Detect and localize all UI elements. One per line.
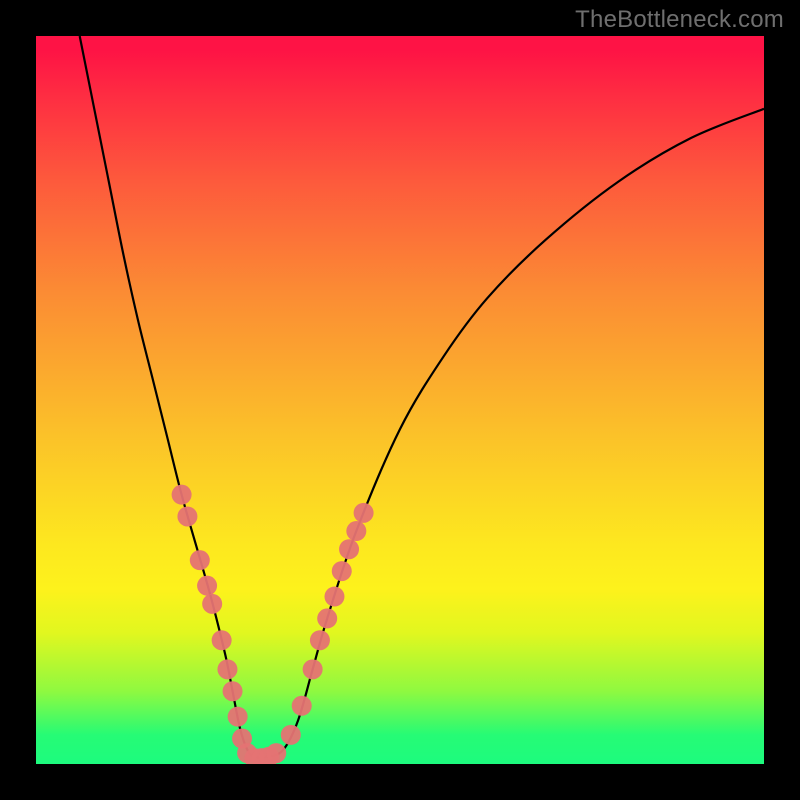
curve-marker	[212, 630, 232, 650]
attribution-text: TheBottleneck.com	[575, 6, 784, 34]
curve-marker	[202, 594, 222, 614]
curve-marker	[332, 561, 352, 581]
curve-marker	[223, 681, 243, 701]
curve-marker	[197, 576, 217, 596]
curve-marker	[324, 587, 344, 607]
curve-marker	[346, 521, 366, 541]
curve-marker	[292, 696, 312, 716]
curve-marker	[310, 630, 330, 650]
curve-marker	[177, 506, 197, 526]
curve-marker	[317, 608, 337, 628]
chart-canvas: TheBottleneck.com	[0, 0, 800, 800]
plot-area	[36, 36, 764, 764]
curve-marker	[339, 539, 359, 559]
marker-group	[172, 485, 374, 764]
bottleneck-curve	[80, 36, 764, 758]
curve-marker	[303, 659, 323, 679]
curve-marker	[217, 659, 237, 679]
curve-marker	[354, 503, 374, 523]
curve-marker	[172, 485, 192, 505]
curve-marker	[281, 725, 301, 745]
curve-layer	[36, 36, 764, 764]
curve-marker	[228, 707, 248, 727]
curve-marker	[190, 550, 210, 570]
curve-marker	[266, 743, 286, 763]
